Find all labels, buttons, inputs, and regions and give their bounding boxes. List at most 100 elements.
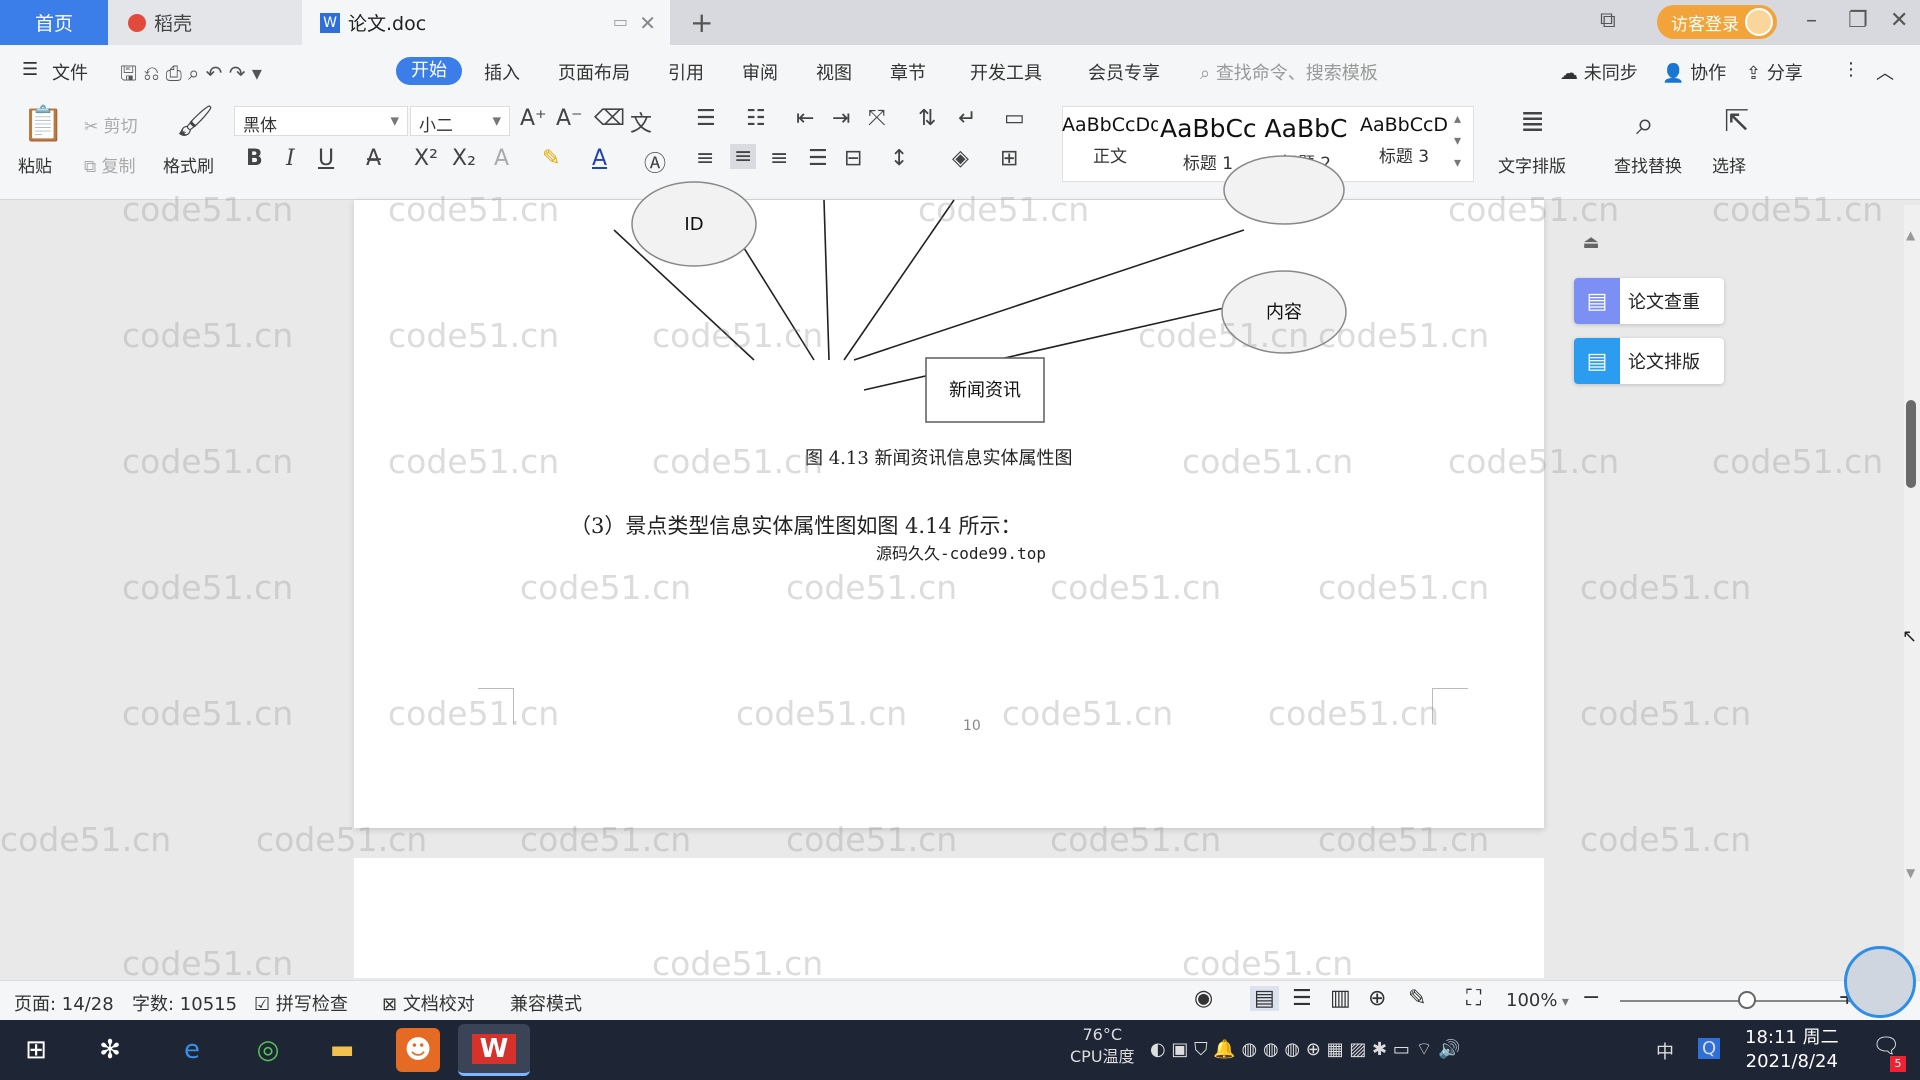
align-left-icon[interactable]: ≡ [696,146,714,171]
phonetic-icon[interactable]: 文 [630,106,652,138]
collapse-ribbon-icon[interactable]: ︿ [1876,59,1894,85]
paper-check-button[interactable]: ▤ 论文查重 [1574,278,1724,324]
italic-icon[interactable]: I [286,146,295,171]
highlight-icon[interactable]: ✎ [542,146,560,171]
menu-view[interactable]: 视图 [816,59,852,85]
paper-format-button[interactable]: ▤ 论文排版 [1574,338,1724,384]
menu-chapter[interactable]: 章节 [890,59,926,85]
cut-button[interactable]: ✂ 剪切 [84,112,138,137]
distribute-icon[interactable]: ⊟ [844,146,862,171]
scroll-up-icon[interactable]: ▲ [1906,228,1915,242]
indent-icon[interactable]: ⇥ [832,106,850,131]
qq-pinyin-icon[interactable]: Q [1698,1038,1721,1059]
brush-icon[interactable]: 🖌 [176,104,214,139]
cursor-select-icon[interactable]: ⇱ [1724,104,1749,139]
tray-icons[interactable]: ◐ ▣ ⛉ 🔔 ◍ ◍ ◍ ⊕ ▦ ▨ ✱ ▭ ⌔ 🔊 [1150,1038,1461,1061]
tab-home[interactable]: 首页 [0,0,108,45]
panel-collapse-icon[interactable]: ⏏ [1576,232,1606,262]
zoom-slider[interactable] [1620,1000,1850,1002]
document-next-page[interactable] [354,858,1544,978]
paste-button[interactable]: 粘贴 [18,152,52,177]
menu-developer[interactable]: 开发工具 [970,59,1042,85]
copy-button[interactable]: ⧉ 复制 [84,152,136,177]
char-border-icon[interactable]: Ⓐ [644,146,666,178]
ie-browser-icon[interactable]: e [170,1028,214,1072]
select-button[interactable]: 选择 [1712,152,1746,177]
font-name-select[interactable]: 黑体 ▾ [234,106,408,136]
menu-insert[interactable]: 插入 [484,59,520,85]
paste-icon[interactable]: 📋 [22,104,64,144]
ruler-icon[interactable]: ▭ [1004,106,1025,131]
menu-review[interactable]: 审阅 [742,59,778,85]
menu-layout[interactable]: 页面布局 [558,59,630,85]
numbered-list-icon[interactable]: ☷ [746,106,766,131]
vertical-scrollbar[interactable] [1904,205,1920,965]
align-center-icon[interactable]: ≡ [730,144,757,169]
page-view-icon[interactable]: ▤ [1250,986,1279,1011]
tab-document[interactable]: W 论文.doc ▭ ✕ [302,0,670,45]
zoom-out-icon[interactable]: − [1582,985,1600,1010]
browser-360-icon[interactable]: ◎ [246,1028,290,1072]
ime-indicator[interactable]: 中 [1656,1038,1674,1064]
monitor-icon[interactable]: ▭ [613,12,628,31]
font-size-select[interactable]: 小二 ▾ [410,106,510,136]
find-replace-button[interactable]: 查找替换 [1614,152,1682,177]
more-icon[interactable]: ⋮ [1842,59,1860,80]
superscript-icon[interactable]: X² [414,146,438,171]
bullet-list-icon[interactable]: ☰ [696,106,716,131]
file-explorer-icon[interactable]: ▬ [320,1028,364,1072]
outline-view-icon[interactable]: ☰ [1292,986,1312,1011]
wps-app-icon[interactable]: W [458,1024,530,1076]
fit-page-icon[interactable]: ⛶ [1466,986,1481,1011]
menu-references[interactable]: 引用 [668,59,704,85]
text-layout-icon[interactable]: ≣ [1520,104,1545,139]
close-window-icon[interactable]: ✕ [1890,8,1908,33]
chinese-layout-icon[interactable]: ⤧ [868,106,886,131]
sync-button[interactable]: ☁ 未同步 [1560,59,1638,85]
windows-start-icon[interactable]: ⊞ [14,1028,58,1072]
style-scroll-icon[interactable]: ▴ ▾ ▾ [1454,108,1461,174]
close-tab-icon[interactable]: ✕ [639,11,656,35]
new-tab-button[interactable]: + [690,6,713,39]
proofread-button[interactable]: ⊠ 文档校对 [382,990,475,1016]
shrink-font-icon[interactable]: A⁻ [556,106,583,131]
subscript-icon[interactable]: X₂ [452,146,476,171]
layout-icon[interactable]: ⧉ [1600,8,1616,33]
command-search[interactable]: ⌕ 查找命令、搜索模板 [1200,59,1378,85]
menu-member[interactable]: 会员专享 [1088,59,1160,85]
text-layout-button[interactable]: 文字排版 [1498,152,1566,177]
spell-check-button[interactable]: ☑ 拼写检查 [254,990,348,1016]
clock[interactable]: 18:11 周二 2021/8/24 [1745,1026,1839,1074]
find-icon[interactable]: ⌕ [1636,104,1654,143]
shading-icon[interactable]: ◈ [952,146,969,171]
font-color-icon[interactable]: A [592,146,607,171]
borders-icon[interactable]: ⊞ [1000,146,1018,171]
line-spacing-icon[interactable]: ↕ [890,146,908,171]
sort-icon[interactable]: ⇅ [918,106,936,131]
format-painter-button[interactable]: 格式刷 [163,152,214,177]
quick-access-toolbar[interactable]: 🖫 ⎌ ⎙ ⌕ ↶ ↷ ▾ [120,59,262,93]
word-count[interactable]: 字数: 10515 [132,990,237,1016]
share-button[interactable]: ⇪ 分享 [1746,59,1803,85]
underline-icon[interactable]: U [318,146,334,171]
show-marks-icon[interactable]: ↵ [958,106,976,131]
menu-file[interactable]: 文件 [52,59,88,85]
collaborate-button[interactable]: 👤 协作 [1662,59,1726,85]
login-button[interactable]: 访客登录 [1657,5,1777,39]
strikethrough-icon[interactable]: A̶ [366,146,381,171]
bold-icon[interactable]: B [246,146,263,171]
grow-font-icon[interactable]: A⁺ [520,106,547,131]
cpu-temperature[interactable]: 76°C CPU温度 [1070,1024,1135,1068]
restore-icon[interactable]: ❐ [1848,8,1868,33]
eraser-icon[interactable]: ⌫ [594,106,625,131]
scroll-down-icon[interactable]: ▼ [1906,866,1915,880]
zoom-slider-handle[interactable] [1737,991,1756,1009]
reading-view-icon[interactable]: ▥ [1330,986,1351,1011]
justify-icon[interactable]: ☰ [808,146,828,171]
web-view-icon[interactable]: ⊕ [1368,986,1386,1011]
text-effect-icon[interactable]: A [494,146,509,171]
page-indicator[interactable]: 页面: 14/28 [14,990,114,1016]
tab-docer[interactable]: 稻壳 [108,0,302,45]
scrollbar-thumb[interactable] [1906,400,1916,488]
align-right-icon[interactable]: ≡ [770,146,788,171]
